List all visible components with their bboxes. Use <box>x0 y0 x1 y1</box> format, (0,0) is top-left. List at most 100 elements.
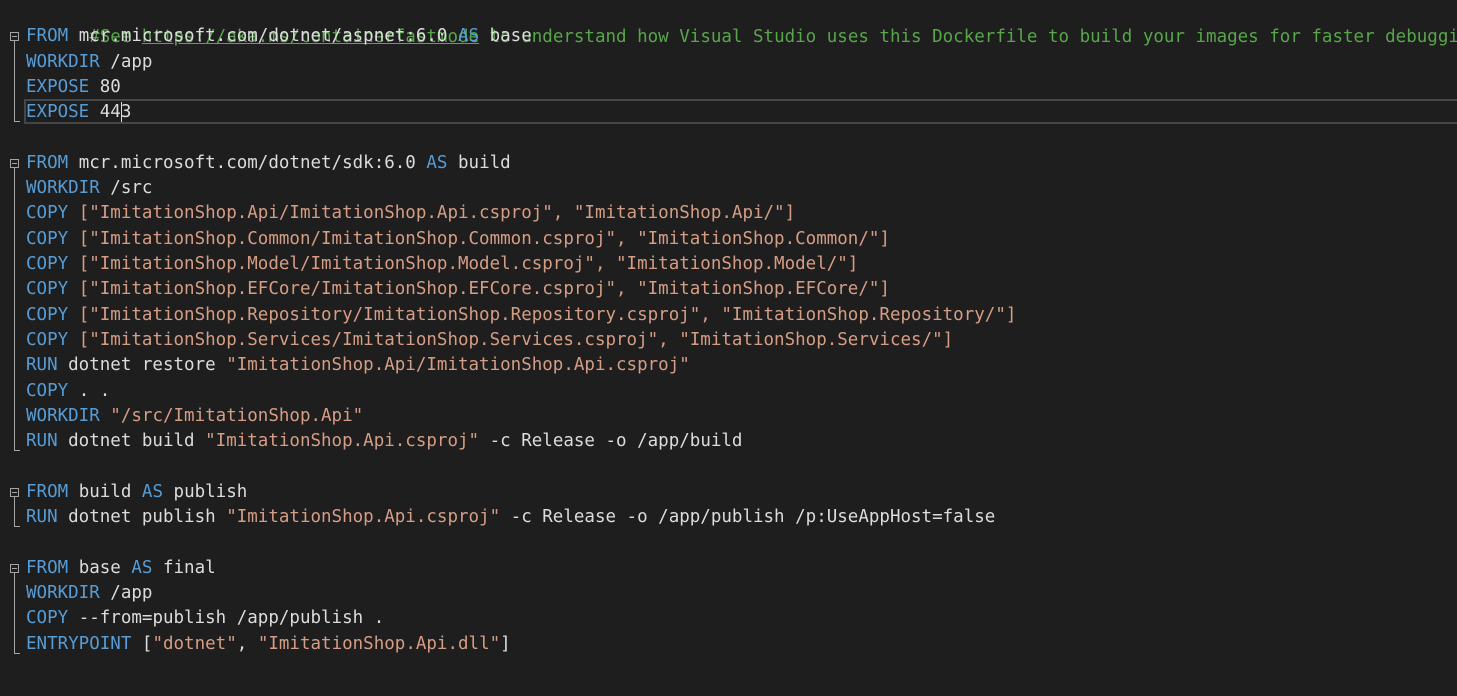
code-line: FROM mcr.microsoft.com/dotnet/sdk:6.0 AS… <box>0 151 1457 176</box>
text-token: --from=publish /app/publish . <box>68 608 385 628</box>
code-line: WORKDIR "/src/ImitationShop.Api" <box>0 404 1457 429</box>
keyword-token: COPY <box>26 381 69 401</box>
keyword-token: RUN <box>26 507 58 527</box>
keyword-token: EXPOSE <box>26 102 90 122</box>
code-line: EXPOSE 80 <box>0 75 1457 100</box>
code-line-text: COPY ["ImitationShop.EFCore/ImitationSho… <box>26 277 890 302</box>
code-line: COPY ["ImitationShop.Repository/Imitatio… <box>0 303 1457 328</box>
code-line-text: RUN dotnet publish "ImitationShop.Api.cs… <box>26 505 995 530</box>
fold-end-tick <box>14 450 20 451</box>
code-line-text: COPY . . <box>26 379 110 404</box>
keyword-token: RUN <box>26 431 58 451</box>
text-token: dotnet publish <box>57 507 227 527</box>
fold-collapse-icon[interactable] <box>10 32 19 41</box>
code-line-text: EXPOSE 443 <box>26 100 131 125</box>
code-line: FROM base AS final <box>0 556 1457 581</box>
string-token: "ImitationShop.Api/ImitationShop.Api.csp… <box>226 355 690 375</box>
code-line-text: EXPOSE 80 <box>26 75 121 100</box>
text-token: build <box>68 482 142 502</box>
text-caret <box>121 102 122 122</box>
code-line-text: RUN dotnet restore "ImitationShop.Api/Im… <box>26 353 690 378</box>
keyword-token: RUN <box>26 355 58 375</box>
code-line: WORKDIR /src <box>0 176 1457 201</box>
text-token: 80 <box>89 77 121 97</box>
string-token: ["ImitationShop.Model/ImitationShop.Mode… <box>68 254 859 274</box>
fold-collapse-icon[interactable] <box>10 159 19 168</box>
text-token: build <box>447 153 511 173</box>
code-editor[interactable]: #See https://aka.ms/containerfastmode to… <box>0 0 1457 696</box>
keyword-token: WORKDIR <box>26 406 100 426</box>
code-line: ENTRYPOINT ["dotnet", "ImitationShop.Api… <box>0 632 1457 657</box>
string-token: ["ImitationShop.EFCore/ImitationShop.EFC… <box>68 279 890 299</box>
comment-line: #See https://aka.ms/containerfastmode to… <box>0 0 1457 47</box>
fold-guide-line <box>14 168 15 450</box>
keyword-token: FROM <box>26 558 69 578</box>
text-token: publish <box>163 482 248 502</box>
keyword-token: WORKDIR <box>26 583 100 603</box>
text-token: ] <box>500 634 511 654</box>
text-token: /app <box>99 583 153 603</box>
code-line-text: COPY ["ImitationShop.Services/ImitationS… <box>26 328 953 353</box>
fold-end-tick <box>14 653 20 654</box>
fold-collapse-icon[interactable] <box>10 564 19 573</box>
text-token: -c Release -o /app/publish /p:UseAppHost… <box>500 507 996 527</box>
text-token: mcr.microsoft.com/dotnet/aspnet:6.0 <box>68 26 458 46</box>
code-line-text: COPY ["ImitationShop.Model/ImitationShop… <box>26 252 858 277</box>
keyword-token: COPY <box>26 330 69 350</box>
code-line-text: ENTRYPOINT ["dotnet", "ImitationShop.Api… <box>26 632 511 657</box>
fold-end-tick <box>14 526 20 527</box>
text-token: mcr.microsoft.com/dotnet/sdk:6.0 <box>68 153 427 173</box>
keyword-token: COPY <box>26 608 69 628</box>
string-token: ["ImitationShop.Common/ImitationShop.Com… <box>68 229 890 249</box>
keyword-token: WORKDIR <box>26 178 100 198</box>
code-line-text: WORKDIR /app <box>26 50 152 75</box>
string-token: ["ImitationShop.Repository/ImitationShop… <box>68 305 1017 325</box>
text-token: base <box>68 558 132 578</box>
code-line-text: WORKDIR /src <box>26 176 152 201</box>
text-token: [ <box>131 634 153 654</box>
code-line: RUN dotnet restore "ImitationShop.Api/Im… <box>0 353 1457 378</box>
text-token: base <box>479 26 532 46</box>
text-token: final <box>152 558 216 578</box>
keyword-token: FROM <box>26 26 69 46</box>
text-token: -c Release -o /app/build <box>479 431 743 451</box>
code-line-text: FROM mcr.microsoft.com/dotnet/aspnet:6.0… <box>26 24 532 49</box>
string-token: ["ImitationShop.Api/ImitationShop.Api.cs… <box>68 203 796 223</box>
code-line-text: FROM build AS publish <box>26 480 247 505</box>
code-line: COPY . . <box>0 379 1457 404</box>
string-token: "ImitationShop.Api.dll" <box>257 634 501 654</box>
keyword-token: ENTRYPOINT <box>26 634 132 654</box>
keyword-token: COPY <box>26 254 69 274</box>
keyword-token: FROM <box>26 482 69 502</box>
code-line: FROM build AS publish <box>0 480 1457 505</box>
string-token: "ImitationShop.Api.csproj" <box>205 431 480 451</box>
fold-collapse-icon[interactable] <box>10 488 19 497</box>
keyword-token: COPY <box>26 305 69 325</box>
code-line-text: COPY --from=publish /app/publish . <box>26 606 384 631</box>
keyword-token: WORKDIR <box>26 52 100 72</box>
text-token: 443 <box>89 102 132 122</box>
keyword-token: COPY <box>26 279 69 299</box>
fold-guide-line <box>14 573 15 653</box>
string-token: ["ImitationShop.Services/ImitationShop.S… <box>68 330 954 350</box>
code-line: EXPOSE 443 <box>0 100 1457 125</box>
text-token: dotnet build <box>57 431 206 451</box>
fold-end-tick <box>14 121 20 122</box>
code-line: RUN dotnet publish "ImitationShop.Api.cs… <box>0 505 1457 530</box>
keyword-token: EXPOSE <box>26 77 90 97</box>
keyword-token: AS <box>426 153 448 173</box>
code-line-text: RUN dotnet build "ImitationShop.Api.cspr… <box>26 429 742 454</box>
code-line: WORKDIR /app <box>0 50 1457 75</box>
string-token: "ImitationShop.Api.csproj" <box>226 507 501 527</box>
text-token: , <box>236 634 258 654</box>
code-line: COPY ["ImitationShop.Api/ImitationShop.A… <box>0 201 1457 226</box>
keyword-token: COPY <box>26 229 69 249</box>
string-token: "/src/ImitationShop.Api" <box>99 406 364 426</box>
code-line-text: WORKDIR /app <box>26 581 152 606</box>
code-line: COPY ["ImitationShop.Model/ImitationShop… <box>0 252 1457 277</box>
code-line-text: FROM base AS final <box>26 556 216 581</box>
keyword-token: AS <box>457 26 480 46</box>
keyword-token: AS <box>131 558 153 578</box>
text-token: /app <box>99 52 153 72</box>
keyword-token: FROM <box>26 153 69 173</box>
